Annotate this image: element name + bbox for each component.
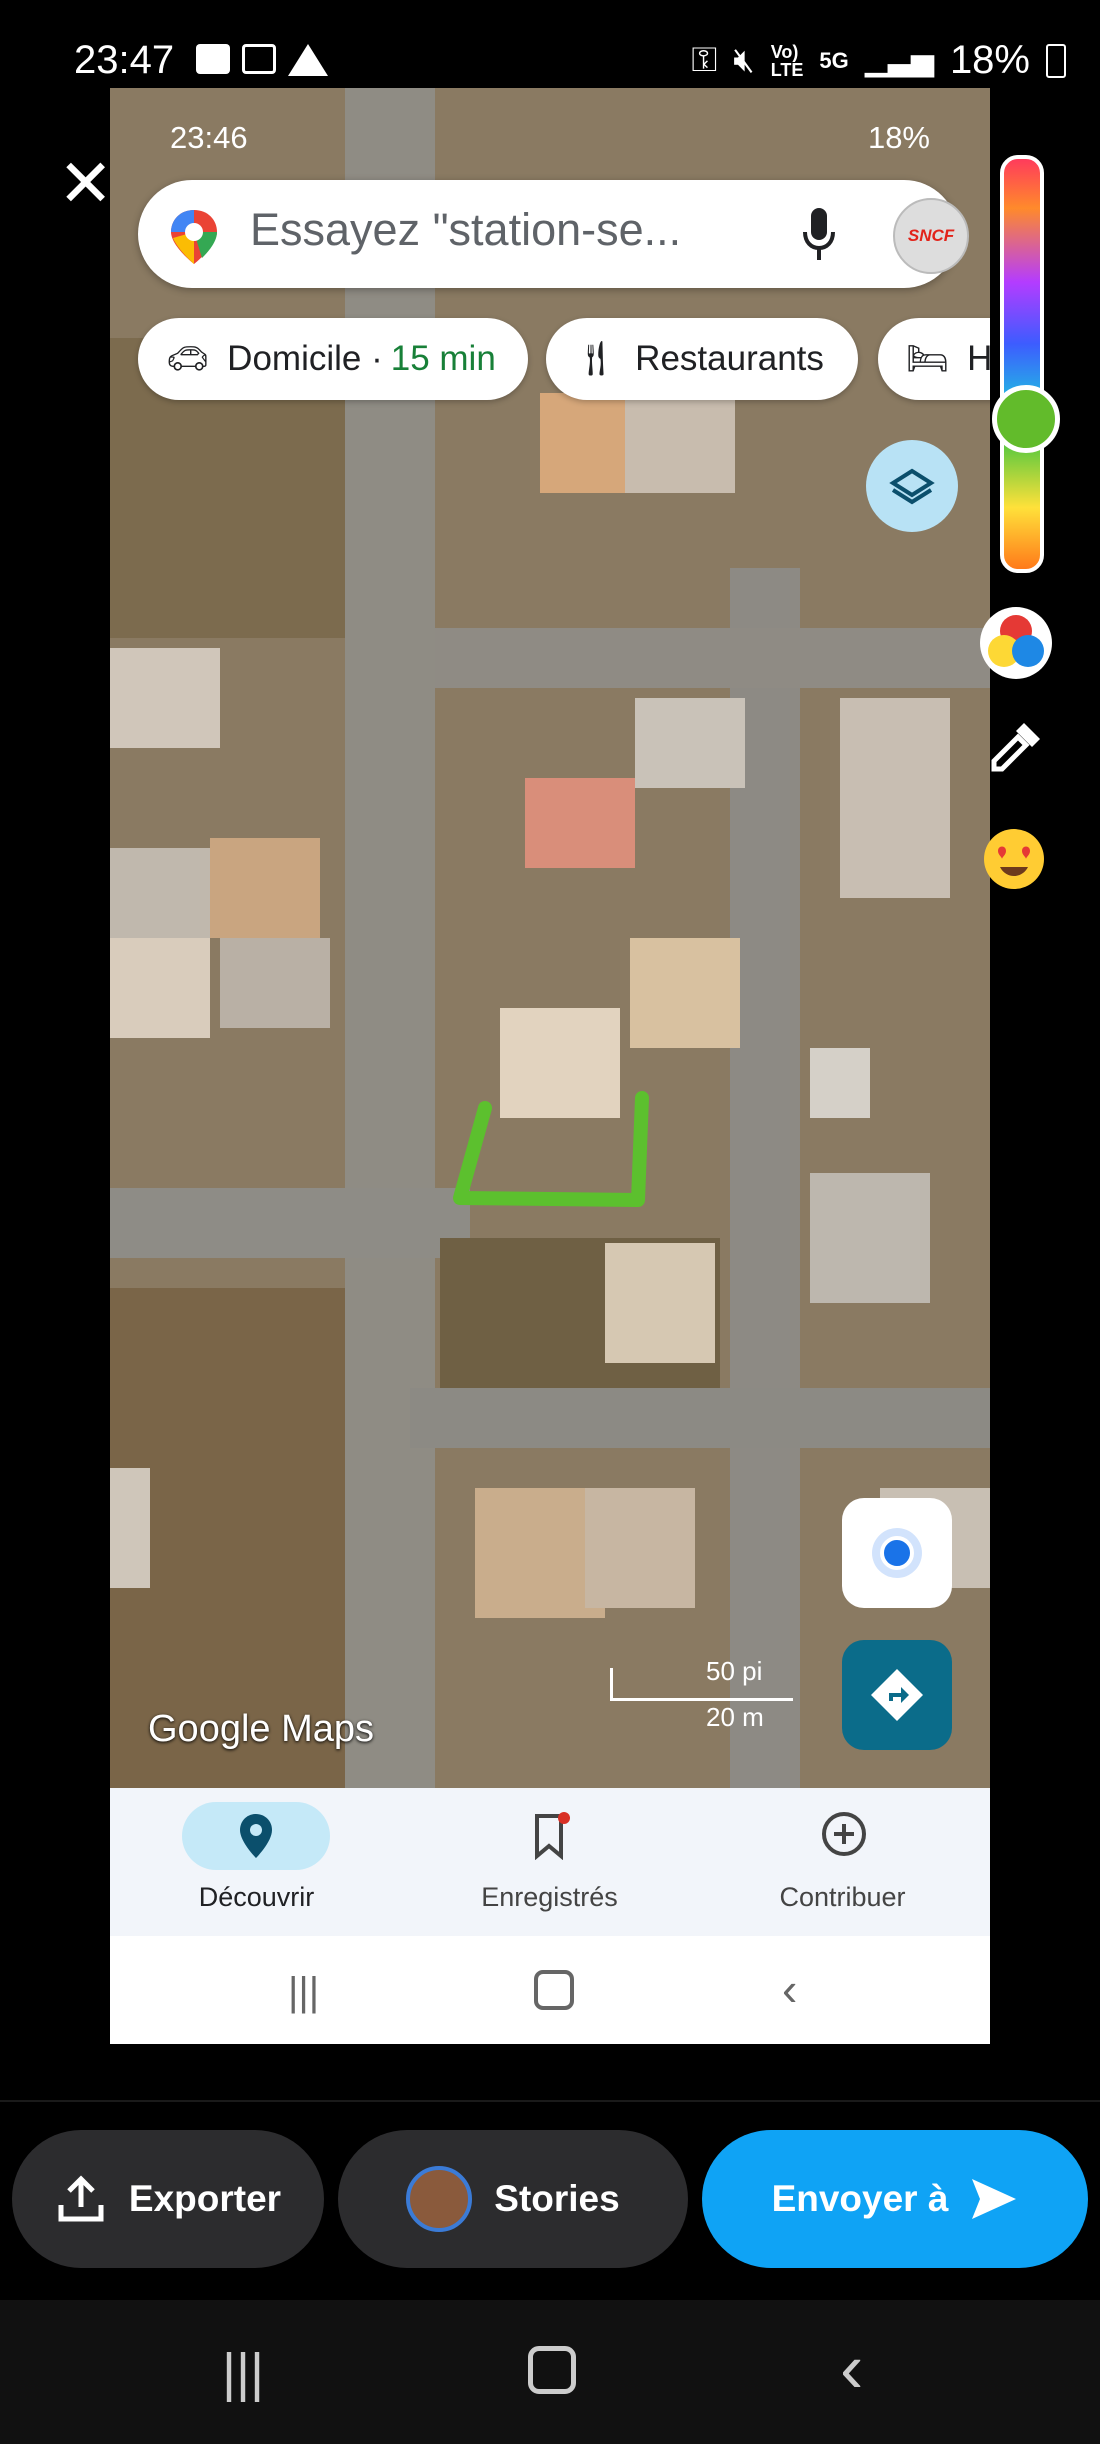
inner-status-time: 23:46 [170,120,248,155]
system-nav-bar: ||| ‹ [0,2300,1100,2444]
chip-home-label: Domicile · [227,339,383,378]
directions-button[interactable] [842,1640,952,1750]
inner-status-bar: 23:46 18% [110,88,990,188]
fork-knife-icon: 🍴︎ [574,340,618,378]
edit-tools [970,145,1070,905]
scale-meters: 20 m [706,1702,764,1732]
microphone-icon[interactable] [802,206,836,262]
search-placeholder: Essayez "station-se... [250,204,682,255]
snapshot-preview: 23:46 18% Essayez "station-se... SNCF 🚗︎… [110,88,990,2044]
add-circle-icon [822,1812,866,1856]
directions-icon [871,1669,923,1721]
nav-contribute-label: Contribuer [779,1882,906,1912]
send-arrow-icon [972,2179,1017,2219]
back-icon[interactable]: ‹ [840,2328,863,2408]
bitmoji-avatar-icon [406,2166,473,2232]
eyedropper-icon[interactable] [984,715,1048,779]
battery-text: 18% [949,38,1030,82]
mute-icon: 🔇︎ [733,41,755,79]
send-to-button[interactable]: Envoyer à [702,2130,1088,2268]
signal-icon: ▁▃▅ [864,44,934,77]
export-label: Exporter [128,2178,282,2219]
chip-home-duration: 15 min [390,339,496,378]
nav-explore-label: Découvrir [198,1882,315,1912]
color-slider[interactable] [1000,155,1044,573]
chip-restaurants[interactable]: 🍴︎ Restaurants [546,318,858,400]
export-button[interactable]: Exporter [12,2130,324,2268]
car-icon: 🚗︎ [166,340,210,378]
recents-icon[interactable]: ||| [222,2342,264,2404]
chip-home[interactable]: 🚗︎ Domicile · 15 min [138,318,528,400]
gallery-icon [196,44,230,74]
recents-icon: ||| [288,1970,320,2014]
nav-explore[interactable]: Découvrir [110,1788,403,1936]
home-icon [534,1970,574,2010]
volte-icon: Vo) LTE [770,41,804,80]
stories-button[interactable]: Stories [338,2130,688,2268]
nav-contribute[interactable]: Contribuer [696,1788,989,1936]
scale-bar [610,1668,793,1701]
google-maps-watermark: Google Maps [148,1708,375,1750]
scale-feet: 50 pi [706,1656,763,1686]
layers-button[interactable] [866,440,958,532]
send-to-label: Envoyer à [771,2178,949,2219]
color-palette-icon[interactable] [976,603,1056,683]
color-slider-knob[interactable] [992,385,1060,453]
map-scale: 50 pi 20 m [610,1656,793,1732]
back-icon: ‹ [782,1963,798,2015]
emoji-sticker-icon[interactable] [980,825,1048,893]
nav-saved[interactable]: Enregistrés [403,1788,696,1936]
account-avatar[interactable]: SNCF [893,198,969,274]
search-bar[interactable]: Essayez "station-se... SNCF [138,180,969,288]
google-maps-pin-icon [171,210,217,264]
bed-icon: 🛏︎ [906,340,950,378]
inner-system-nav: ||| ‹ [110,1936,990,2044]
key-icon: ⚿ [691,41,718,79]
my-location-button[interactable] [842,1498,952,1608]
home-icon[interactable] [528,2346,576,2394]
edit-note-icon [242,44,276,74]
status-time: 23:47 [74,38,175,82]
my-location-icon [880,1536,914,1570]
bottom-navigation: Découvrir Enregistrés Contribuer [110,1788,990,1936]
action-bar: Exporter Stories Envoyer à [0,2100,1100,2302]
network-type: 5G [819,47,849,73]
stories-label: Stories [494,2178,620,2219]
chip-restaurants-label: Restaurants [635,339,824,378]
status-right: ⚿ 🔇︎ Vo) LTE 5G ▁▃▅ 18% [691,38,1066,83]
alert-triangle-icon [288,44,328,76]
export-icon [58,2175,104,2222]
inner-battery-text: 18% [867,120,930,155]
close-icon[interactable]: ✕ [58,150,113,216]
location-pin-icon [240,1814,272,1858]
notification-icons [196,44,328,76]
bookmark-icon [535,1812,570,1860]
battery-icon [1046,43,1066,78]
layers-icon [889,468,935,505]
nav-saved-label: Enregistrés [481,1882,618,1912]
